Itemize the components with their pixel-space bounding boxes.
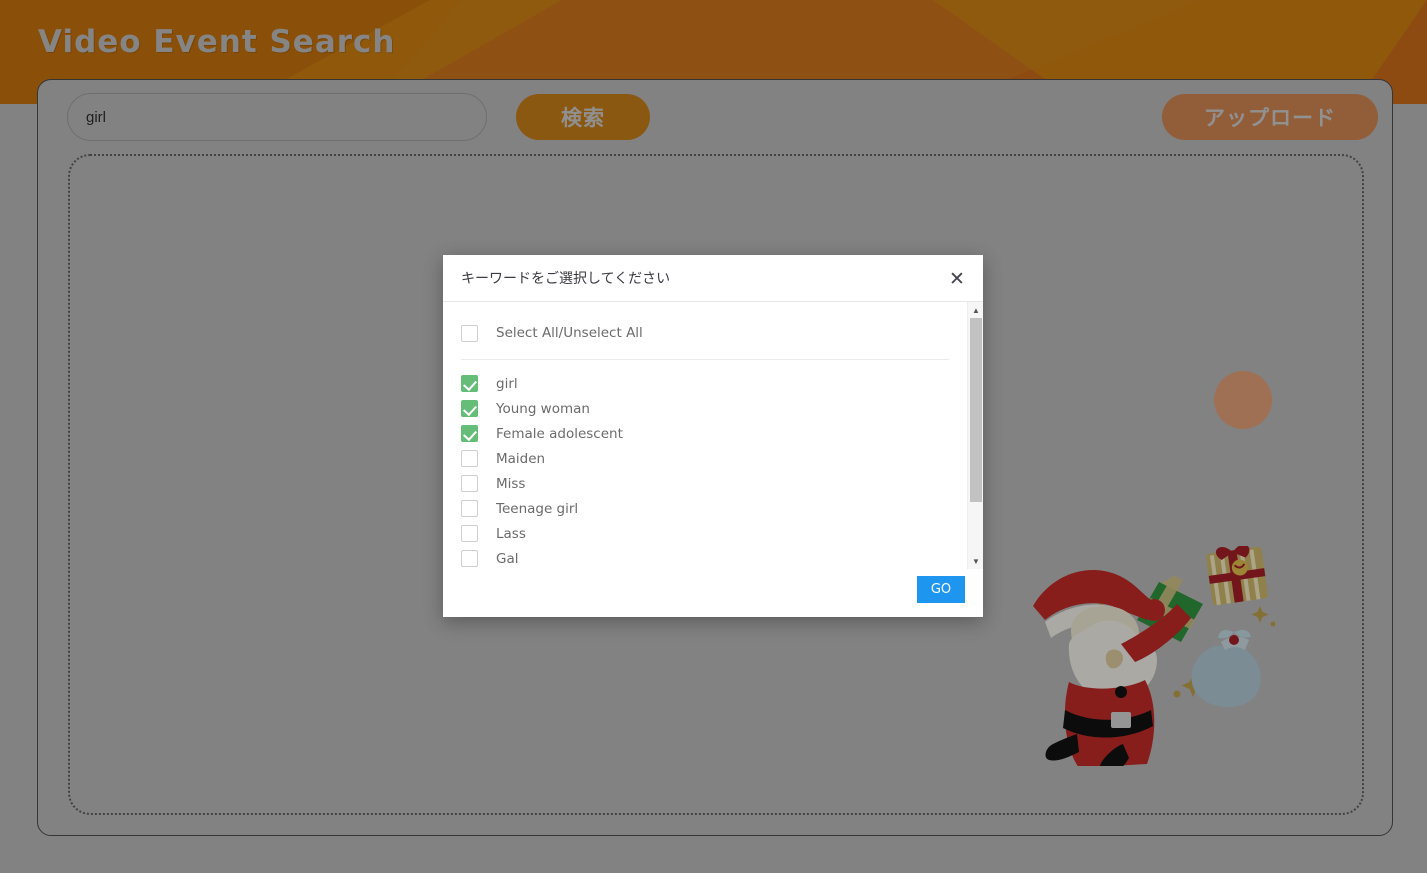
keyword-checkbox[interactable]	[461, 425, 478, 442]
list-scrollbar[interactable]: ▲ ▼	[967, 302, 983, 569]
modal-body: Select All/Unselect All girl Young woman…	[443, 302, 983, 569]
modal-footer: GO	[443, 569, 983, 616]
list-item[interactable]: Lass	[443, 521, 967, 546]
close-icon[interactable]: ✕	[943, 265, 971, 293]
list-item[interactable]: Maiden	[443, 446, 967, 471]
keyword-label: Lass	[496, 525, 526, 542]
list-item[interactable]: Gal	[443, 546, 967, 569]
modal-header: キーワードをご選択してください ✕	[443, 255, 983, 302]
scroll-up-arrow-icon[interactable]: ▲	[968, 302, 983, 318]
keyword-label: Maiden	[496, 450, 546, 467]
select-all-checkbox[interactable]	[461, 324, 478, 342]
list-divider	[461, 359, 949, 360]
list-item[interactable]: Female adolescent	[443, 421, 967, 446]
modal-title: キーワードをご選択してください	[461, 271, 671, 287]
scroll-down-arrow-icon[interactable]: ▼	[968, 553, 983, 569]
keyword-checkbox[interactable]	[461, 525, 478, 542]
keyword-label: Teenage girl	[496, 500, 579, 517]
keyword-label: Gal	[496, 550, 519, 567]
page-root: Video Event Search 検索 アップロード	[0, 0, 1427, 873]
list-item[interactable]: Young woman	[443, 396, 967, 421]
keyword-label: Young woman	[496, 400, 590, 417]
keyword-label: Miss	[496, 475, 526, 492]
keyword-select-modal: キーワードをご選択してください ✕ Select All/Unselect Al…	[443, 255, 983, 617]
keyword-checkbox[interactable]	[461, 375, 478, 392]
keyword-label: girl	[496, 375, 518, 392]
scrollbar-thumb[interactable]	[970, 318, 982, 502]
keyword-label: Female adolescent	[496, 425, 623, 442]
keyword-checkbox[interactable]	[461, 550, 478, 567]
keyword-list: Select All/Unselect All girl Young woman…	[443, 302, 967, 569]
keyword-checkbox[interactable]	[461, 500, 478, 517]
list-item[interactable]: Miss	[443, 471, 967, 496]
keyword-checkbox[interactable]	[461, 400, 478, 417]
keyword-checkbox[interactable]	[461, 450, 478, 467]
select-all-label: Select All/Unselect All	[496, 325, 643, 341]
select-all-row[interactable]: Select All/Unselect All	[443, 316, 967, 350]
keyword-checkbox[interactable]	[461, 475, 478, 492]
list-item[interactable]: Teenage girl	[443, 496, 967, 521]
list-item[interactable]: girl	[443, 371, 967, 396]
go-button[interactable]: GO	[917, 576, 965, 603]
